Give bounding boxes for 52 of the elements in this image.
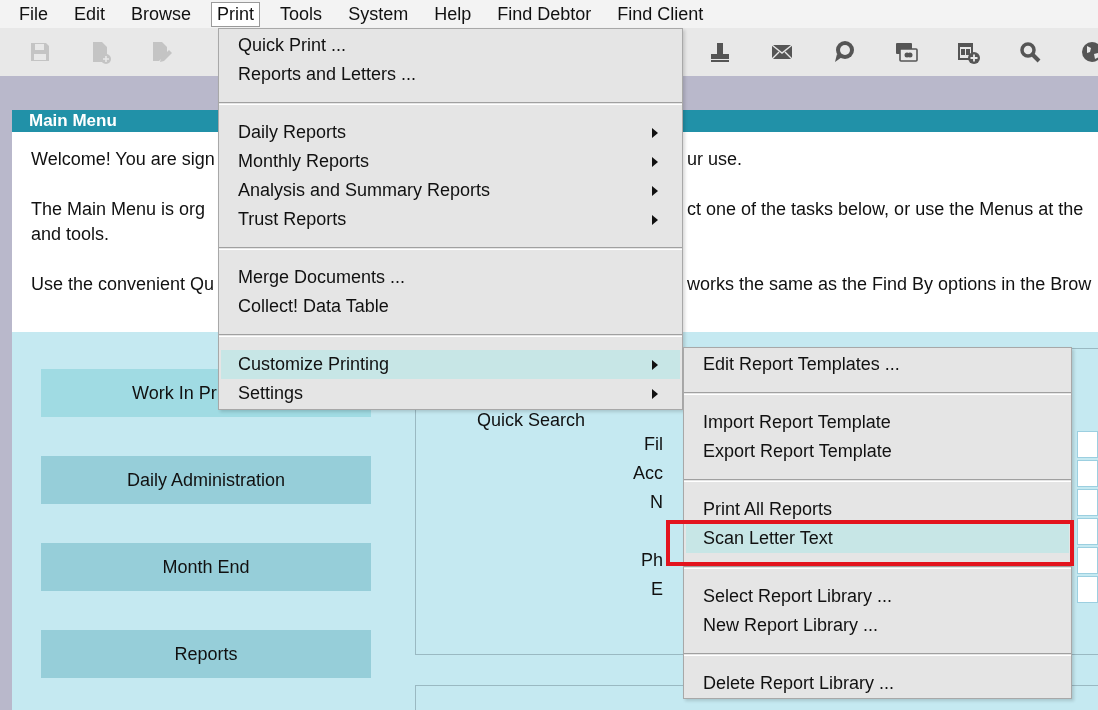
intro-text: and tools.: [31, 223, 110, 246]
field-label: Acc: [633, 463, 663, 483]
menu-item[interactable]: Import Report Template: [686, 408, 1069, 437]
task-button[interactable]: Reports: [41, 630, 371, 678]
menu-item[interactable]: New Report Library ...: [686, 611, 1069, 640]
intro-text: ct one of the tasks below, or use the Menus at the: [686, 198, 1084, 221]
menu-bar-item[interactable]: Help: [428, 1, 478, 27]
menu-bar-item[interactable]: Edit: [68, 1, 112, 27]
menu-item[interactable]: Monthly Reports: [221, 147, 680, 176]
menu-item[interactable]: Reports and Letters ...: [221, 60, 680, 89]
intro-text: ur use.: [686, 148, 743, 171]
field-label: E: [651, 579, 663, 599]
speech-bubble-icon[interactable]: [832, 40, 856, 64]
task-button[interactable]: Month End: [41, 543, 371, 591]
quick-search-title: Quick Search: [477, 411, 586, 430]
menu-item[interactable]: Export Report Template: [686, 437, 1069, 466]
input-field[interactable]: [1077, 489, 1098, 516]
field-label: Fil: [644, 434, 663, 454]
input-field[interactable]: [1077, 576, 1098, 603]
menu-bar-item[interactable]: Tools: [274, 1, 329, 27]
intro-text: The Main Menu is org: [31, 198, 206, 221]
calendar-add-icon[interactable]: [956, 40, 980, 64]
menu-item[interactable]: Analysis and Summary Reports: [221, 176, 680, 205]
field-label: Ph: [640, 550, 663, 570]
menu-bar-item[interactable]: Browse: [125, 1, 198, 27]
menu-item[interactable]: Delete Report Library ...: [686, 669, 1069, 698]
intro-text: Use the convenient Qu: [31, 273, 215, 296]
input-field[interactable]: [1077, 431, 1098, 458]
menu-bar-item[interactable]: System: [342, 1, 415, 27]
input-field[interactable]: [1077, 547, 1098, 574]
menu-item[interactable]: Customize Printing: [221, 350, 680, 379]
input-field[interactable]: [1077, 518, 1098, 545]
menu-bar-item[interactable]: Print: [211, 1, 261, 27]
menu-bar-item[interactable]: Find Client: [611, 1, 710, 27]
menu-item[interactable]: Scan Letter Text: [686, 524, 1069, 553]
intro-text: Welcome! You are sign: [31, 148, 215, 171]
stamp-icon[interactable]: [708, 40, 732, 64]
menu-bar-item[interactable]: File: [13, 1, 54, 27]
menu-item[interactable]: Print All Reports: [686, 495, 1069, 524]
input-field[interactable]: [1077, 460, 1098, 487]
task-button[interactable]: Daily Administration: [41, 456, 371, 504]
menu-item[interactable]: Trust Reports: [221, 205, 680, 234]
credit-card-icon[interactable]: [894, 40, 918, 64]
menu-item[interactable]: Select Report Library ...: [686, 582, 1069, 611]
intro-text: works the same as the Find By options in the Brow: [686, 273, 1092, 296]
menu-item[interactable]: Collect! Data Table: [221, 292, 680, 321]
search-icon[interactable]: [1018, 40, 1042, 64]
menu-item[interactable]: Merge Documents ...: [221, 263, 680, 292]
globe-icon[interactable]: [1080, 40, 1098, 64]
field-label: N: [650, 492, 663, 512]
menu-item[interactable]: Edit Report Templates ...: [686, 350, 1069, 379]
menu-bar-item[interactable]: Find Debtor: [491, 1, 598, 27]
